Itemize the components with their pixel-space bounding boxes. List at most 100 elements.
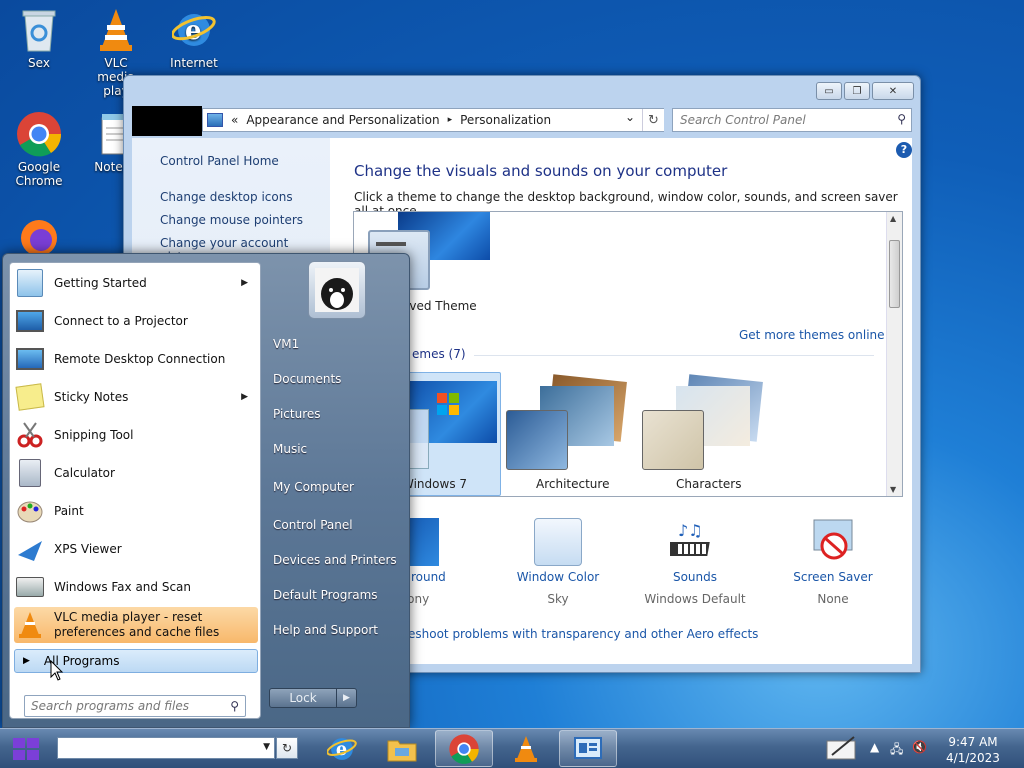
start-button[interactable] <box>12 737 40 761</box>
internet-explorer-icon: e <box>170 6 218 54</box>
breadcrumb-separator[interactable]: ▸ <box>448 115 453 125</box>
desktop-icon-internet-explorer[interactable]: e Internet <box>156 6 232 70</box>
volume-muted-icon[interactable]: 🔇 <box>912 740 927 754</box>
program-getting-started[interactable]: Getting Started ▶ <box>14 265 258 301</box>
pictures-link[interactable]: Pictures <box>273 407 403 421</box>
sounds-value: Windows Default <box>644 592 746 606</box>
internet-explorer-icon: e <box>327 737 357 760</box>
theme-characters[interactable] <box>642 374 763 472</box>
taskbar-file-explorer[interactable] <box>373 730 431 767</box>
lock-label[interactable]: Lock <box>270 689 336 707</box>
scroll-thumb[interactable] <box>889 240 900 308</box>
search-placeholder: Search programs and files <box>31 699 189 713</box>
taskbar-control-panel[interactable] <box>559 730 617 767</box>
refresh-icon[interactable]: ↻ <box>642 109 664 131</box>
music-link[interactable]: Music <box>273 442 403 456</box>
user-folder-link[interactable]: VM1 <box>273 337 403 351</box>
lock-button[interactable]: Lock ▶ <box>269 688 357 708</box>
window-color-value: Sky <box>547 592 569 606</box>
desktop-icon-label: Google Chrome <box>15 160 63 188</box>
program-fax-scan[interactable]: Windows Fax and Scan <box>14 569 258 605</box>
program-remote-desktop[interactable]: Remote Desktop Connection <box>14 341 258 377</box>
documents-link[interactable]: Documents <box>273 372 403 386</box>
page-title: Change the visuals and sounds on your co… <box>354 162 728 180</box>
search-programs-input[interactable]: Search programs and files ⚲ <box>24 695 246 717</box>
program-calculator[interactable]: Calculator <box>14 455 258 491</box>
close-button[interactable]: ✕ <box>872 82 914 100</box>
troubleshoot-aero-link[interactable]: eshoot problems with transparency and ot… <box>408 627 758 641</box>
search-icon[interactable]: ⚲ <box>897 112 906 126</box>
power-options-arrow-icon[interactable]: ▶ <box>336 689 356 707</box>
taskbar-refresh-icon[interactable]: ↻ <box>276 737 298 759</box>
link-control-panel-home[interactable]: Control Panel Home <box>160 154 330 168</box>
help-icon[interactable]: ? <box>896 142 912 158</box>
program-snipping-tool[interactable]: Snipping Tool <box>14 417 258 453</box>
taskbar: ▼ ↻ e ▲ 🖧 🔇 9:47 AM 4/1/2023 <box>0 728 1024 768</box>
clock-date: 4/1/2023 <box>946 751 1000 765</box>
program-sticky-notes[interactable]: Sticky Notes ▶ <box>14 379 258 415</box>
screen-saver-title[interactable]: Screen Saver <box>773 570 893 584</box>
control-panel-icon <box>207 113 223 127</box>
window-titlebar[interactable]: ▭ ❐ ✕ <box>124 76 920 106</box>
submenu-arrow-icon[interactable]: ▶ <box>241 392 248 402</box>
theme-name-architecture: Architecture <box>536 477 610 491</box>
minimize-button[interactable]: ▭ <box>816 82 842 100</box>
theme-list-scrollbar[interactable]: ▲ ▼ <box>886 212 902 496</box>
link-change-mouse-pointers[interactable]: Change mouse pointers <box>160 213 330 227</box>
program-vlc-reset[interactable]: VLC media player - reset preferences and… <box>14 607 258 643</box>
calculator-icon <box>14 457 46 489</box>
breadcrumb-personalization[interactable]: Personalization <box>460 113 551 127</box>
taskbar-vlc[interactable] <box>497 730 555 767</box>
link-change-desktop-icons[interactable]: Change desktop icons <box>160 190 330 204</box>
search-icon[interactable]: ⚲ <box>230 699 239 713</box>
start-menu: Getting Started ▶ Connect to a Projector… <box>2 253 410 728</box>
my-computer-link[interactable]: My Computer <box>273 480 403 494</box>
program-xps-viewer[interactable]: XPS Viewer <box>14 531 258 567</box>
sounds-title[interactable]: Sounds <box>635 570 755 584</box>
network-icon[interactable]: 🖧 <box>890 740 903 761</box>
program-label: XPS Viewer <box>54 542 122 556</box>
search-control-panel-input[interactable]: Search Control Panel ⚲ <box>672 108 912 132</box>
tray-clock[interactable]: 9:47 AM 4/1/2023 <box>940 734 1006 766</box>
program-label: Windows Fax and Scan <box>54 580 192 594</box>
taskbar-address-input[interactable]: ▼ <box>57 737 275 759</box>
restore-button[interactable]: ❐ <box>844 82 870 100</box>
window-color-item[interactable]: Window Color Sky <box>498 518 618 606</box>
control-panel-link[interactable]: Control Panel <box>273 518 403 532</box>
address-bar[interactable]: « Appearance and Personalization ▸ Perso… <box>202 108 664 132</box>
unsaved-theme-label: aved Theme <box>402 299 477 313</box>
screen-saver-item[interactable]: Screen Saver None <box>773 518 893 606</box>
remote-desktop-icon <box>14 343 46 375</box>
submenu-arrow-icon[interactable]: ▶ <box>241 278 248 288</box>
projector-icon <box>14 305 46 337</box>
vlc-reset-line1: VLC media player - reset <box>54 610 203 624</box>
breadcrumb-appearance[interactable]: Appearance and Personalization <box>246 113 439 127</box>
desktop-icon-chrome[interactable]: Google Chrome <box>1 110 77 188</box>
scroll-up-icon[interactable]: ▲ <box>890 214 896 223</box>
address-dropdown-icon[interactable]: ▼ <box>263 742 270 752</box>
theme-list[interactable]: aved Theme Get more themes online emes (… <box>353 211 903 497</box>
desktop-icon-recycle-bin[interactable]: Sex <box>1 6 77 70</box>
default-programs-link[interactable]: Default Programs <box>273 588 403 602</box>
taskbar-chrome[interactable] <box>435 730 493 767</box>
tray-pen-icon[interactable] <box>826 735 858 764</box>
taskbar-internet-explorer[interactable]: e <box>313 730 371 767</box>
theme-architecture[interactable] <box>506 374 627 472</box>
show-hidden-icons-icon[interactable]: ▲ <box>870 740 879 754</box>
scroll-down-icon[interactable]: ▼ <box>890 485 896 494</box>
breadcrumb-chevron[interactable]: « <box>231 113 238 127</box>
window-color-title[interactable]: Window Color <box>498 570 618 584</box>
theme-name-characters: Characters <box>676 477 742 491</box>
avatar[interactable] <box>308 261 366 319</box>
program-connect-projector[interactable]: Connect to a Projector <box>14 303 258 339</box>
devices-printers-link[interactable]: Devices and Printers <box>273 553 403 567</box>
program-paint[interactable]: Paint <box>14 493 258 529</box>
help-support-link[interactable]: Help and Support <box>273 623 403 637</box>
sounds-item[interactable]: ♪♫ Sounds Windows Default <box>635 518 755 606</box>
sticky-notes-icon <box>14 381 46 413</box>
vlc-cone-icon <box>14 609 46 641</box>
get-more-themes-link[interactable]: Get more themes online <box>739 328 885 342</box>
start-menu-programs-pane: Getting Started ▶ Connect to a Projector… <box>9 262 261 719</box>
address-dropdown-icon[interactable]: ⌄ <box>625 110 635 124</box>
vlc-reset-line2: preferences and cache files <box>54 625 220 639</box>
